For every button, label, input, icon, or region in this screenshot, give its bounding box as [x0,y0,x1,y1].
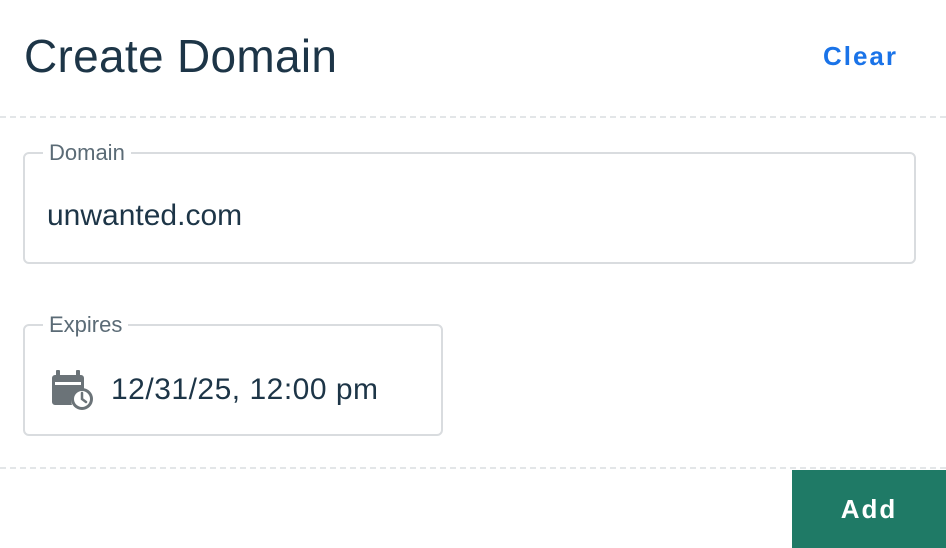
create-domain-panel: Create Domain Clear Domain Expires 12/31… [0,0,946,548]
add-button[interactable]: Add [792,470,946,548]
expires-value[interactable]: 12/31/25, 12:00 pm [111,370,379,410]
domain-field-label: Domain [49,140,125,165]
expires-field-label: Expires [49,312,123,337]
footer-divider [0,467,946,469]
domain-field[interactable]: Domain [23,142,916,264]
clear-button[interactable]: Clear [823,38,898,74]
panel-header: Create Domain Clear [0,0,946,118]
calendar-clock-icon[interactable] [51,368,95,412]
domain-input[interactable] [47,196,867,236]
expires-field[interactable]: Expires 12/31/25, 12:00 pm [23,314,443,436]
page-title: Create Domain [24,30,338,82]
